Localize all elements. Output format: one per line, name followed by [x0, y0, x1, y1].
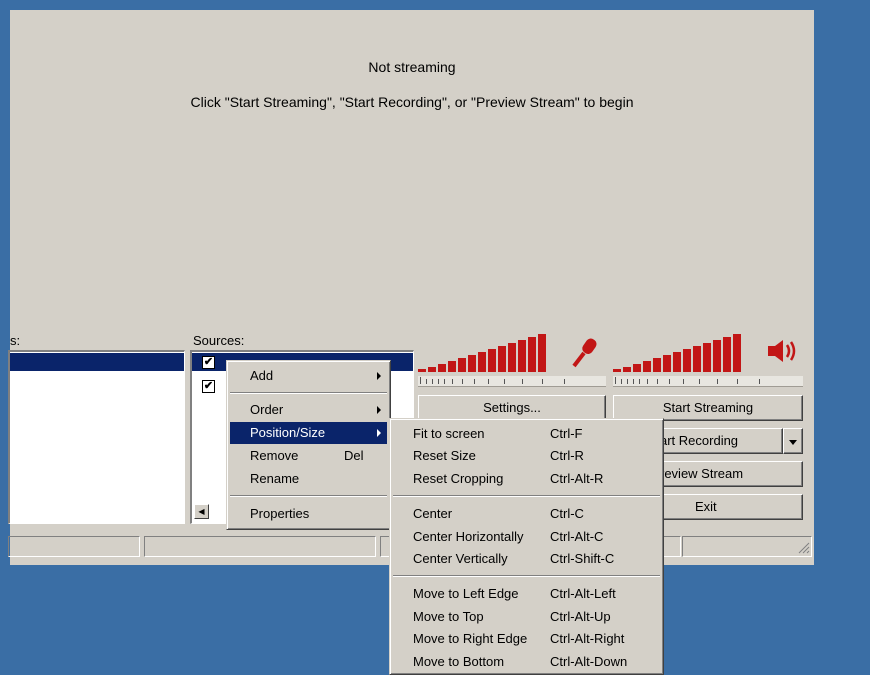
menu-item-label: Position/Size — [250, 425, 326, 440]
menu-item-move-top[interactable]: Move to Top Ctrl-Alt-Up — [393, 606, 660, 628]
position-size-submenu: Fit to screen Ctrl-F Reset Size Ctrl-R R… — [389, 418, 664, 675]
menu-separator — [230, 495, 387, 497]
status-cell — [8, 536, 140, 557]
menu-item-properties[interactable]: Properties — [230, 503, 387, 525]
menu-item-move-bottom[interactable]: Move to Bottom Ctrl-Alt-Down — [393, 651, 660, 673]
menu-item-reset-cropping[interactable]: Reset Cropping Ctrl-Alt-R — [393, 468, 660, 490]
menu-item-add[interactable]: Add — [230, 365, 387, 387]
sources-label: Sources: — [193, 333, 245, 348]
scroll-left-button[interactable]: ◀ — [194, 504, 209, 519]
menu-item-label: Center Vertically — [413, 551, 508, 566]
scenes-label: s: — [10, 333, 21, 348]
menu-item-shortcut: Ctrl-Alt-R — [550, 471, 604, 486]
menu-item-label: Move to Left Edge — [413, 586, 519, 601]
menu-item-label: Properties — [250, 506, 310, 521]
menu-item-label: Rename — [250, 471, 300, 486]
menu-item-label: Reset Size — [413, 448, 476, 463]
menu-item-shortcut: Ctrl-C — [550, 506, 584, 521]
chevron-down-icon — [789, 440, 797, 445]
desktop-volume-slider[interactable] — [613, 376, 803, 387]
menu-item-shortcut: Ctrl-Alt-Left — [550, 586, 616, 601]
menu-item-label: Reset Cropping — [413, 471, 504, 486]
status-cell — [661, 536, 681, 557]
menu-item-label: Move to Bottom — [413, 654, 505, 669]
menu-item-shortcut: Del — [344, 448, 364, 463]
scene-list-item[interactable] — [10, 353, 184, 371]
desktop-audio-level-meter — [613, 332, 763, 372]
mic-level-meter — [418, 332, 568, 372]
speaker-icon[interactable] — [766, 338, 800, 367]
menu-item-order[interactable]: Order — [230, 399, 387, 421]
preview-status-text: Not streaming — [368, 59, 456, 75]
menu-item-shortcut: Ctrl-Shift-C — [550, 551, 615, 566]
menu-item-label: Center — [413, 506, 453, 521]
menu-item-remove[interactable]: Remove Del — [230, 445, 387, 467]
scenes-list[interactable] — [8, 350, 185, 524]
menu-item-center-horizontally[interactable]: Center Horizontally Ctrl-Alt-C — [393, 526, 660, 548]
preview-hint-text: Click "Start Streaming", "Start Recordin… — [190, 94, 634, 110]
submenu-arrow-icon — [377, 429, 381, 437]
microphone-icon[interactable] — [570, 336, 602, 371]
menu-item-shortcut: Ctrl-Alt-Up — [550, 609, 611, 624]
menu-item-shortcut: Ctrl-Alt-Right — [550, 631, 625, 646]
recording-options-dropdown[interactable] — [783, 428, 803, 454]
resize-grip-icon[interactable] — [798, 542, 810, 554]
menu-item-label: Add — [250, 368, 274, 383]
menu-item-center-vertically[interactable]: Center Vertically Ctrl-Shift-C — [393, 548, 660, 570]
menu-item-label: Move to Right Edge — [413, 631, 528, 646]
menu-item-shortcut: Ctrl-F — [550, 426, 583, 441]
menu-item-label: Move to Top — [413, 609, 484, 624]
menu-item-shortcut: Ctrl-Alt-Down — [550, 654, 628, 669]
menu-item-shortcut: Ctrl-R — [550, 448, 584, 463]
menu-separator — [393, 495, 660, 497]
menu-item-position-size[interactable]: Position/Size — [230, 422, 387, 444]
source-checkbox[interactable]: ✔ — [202, 380, 215, 393]
menu-item-label: Remove — [250, 448, 299, 463]
mic-volume-slider[interactable] — [418, 376, 606, 387]
menu-item-label: Order — [250, 402, 284, 417]
menu-separator — [230, 392, 387, 394]
menu-item-label: Fit to screen — [413, 426, 485, 441]
menu-item-move-right[interactable]: Move to Right Edge Ctrl-Alt-Right — [393, 628, 660, 650]
submenu-arrow-icon — [377, 372, 381, 380]
status-cell — [682, 536, 812, 557]
status-cell — [144, 536, 376, 557]
menu-item-label: Center Horizontally — [413, 529, 524, 544]
menu-item-fit-to-screen[interactable]: Fit to screen Ctrl-F — [393, 423, 660, 445]
menu-item-move-left[interactable]: Move to Left Edge Ctrl-Alt-Left — [393, 583, 660, 605]
menu-item-reset-size[interactable]: Reset Size Ctrl-R — [393, 445, 660, 467]
menu-item-center[interactable]: Center Ctrl-C — [393, 503, 660, 525]
menu-item-rename[interactable]: Rename — [230, 468, 387, 490]
source-context-menu: Add Order Position/Size Remove Del Renam… — [226, 360, 391, 530]
submenu-arrow-icon — [377, 406, 381, 414]
menu-separator — [393, 575, 660, 577]
menu-item-shortcut: Ctrl-Alt-C — [550, 529, 604, 544]
source-checkbox[interactable]: ✔ — [202, 356, 215, 369]
